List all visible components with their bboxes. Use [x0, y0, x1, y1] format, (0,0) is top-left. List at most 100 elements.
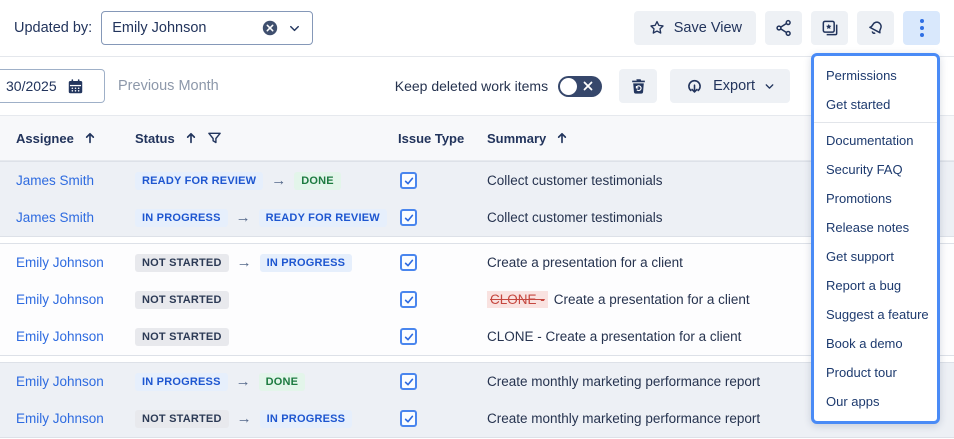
column-header-assignee[interactable]: Assignee — [16, 131, 135, 146]
chevron-down-icon[interactable] — [287, 21, 302, 36]
saved-views-button[interactable] — [811, 11, 848, 45]
menu-item-security-faq[interactable]: Security FAQ — [814, 155, 937, 184]
more-options-menu: PermissionsGet started DocumentationSecur… — [811, 53, 940, 424]
status-cell: IN PROGRESS → READY FOR REVIEW — [135, 209, 398, 227]
column-header-issue-type[interactable]: Issue Type — [398, 131, 487, 146]
menu-item-suggest-a-feature[interactable]: Suggest a feature — [814, 300, 937, 329]
task-checkbox-icon[interactable] — [400, 410, 417, 427]
updated-by-value: Emily Johnson — [112, 20, 253, 36]
task-checkbox-icon[interactable] — [400, 172, 417, 189]
assignee-link[interactable]: Emily Johnson — [16, 374, 104, 389]
status-badge: DONE — [294, 172, 341, 190]
date-input[interactable]: 30/2025 — [0, 69, 105, 103]
gallery-star-icon — [820, 18, 840, 38]
toggle-x-icon — [583, 81, 593, 91]
keep-deleted-label: Keep deleted work items — [395, 78, 548, 94]
status-cell: NOT STARTED→IN PROGRESS — [135, 254, 398, 272]
menu-divider — [814, 122, 937, 123]
assignee-link[interactable]: Emily Johnson — [16, 292, 104, 307]
status-transition-arrow-icon: → — [236, 373, 251, 390]
task-checkbox-icon[interactable] — [400, 373, 417, 390]
status-badge: NOT STARTED — [135, 254, 229, 272]
status-transition-arrow-icon: → — [237, 410, 252, 427]
status-cell: NOT STARTED → IN PROGRESS — [135, 410, 398, 428]
task-checkbox-icon[interactable] — [400, 291, 417, 308]
keep-deleted-toggle[interactable] — [558, 76, 602, 97]
share-icon — [774, 18, 794, 38]
assignee-link[interactable]: James Smith — [16, 173, 94, 188]
status-cell: NOT STARTED — [135, 291, 398, 309]
bell-icon — [866, 18, 886, 38]
status-badge: NOT STARTED — [135, 291, 229, 309]
assignee-link[interactable]: Emily Johnson — [16, 255, 104, 270]
export-label: Export — [713, 78, 755, 94]
sort-asc-icon[interactable] — [83, 131, 97, 145]
status-badge: READY FOR REVIEW — [135, 172, 263, 190]
summary-text: Collect customer testimonials — [487, 210, 663, 225]
summary-text: Create monthly marketing performance rep… — [487, 411, 760, 426]
task-checkbox-icon[interactable] — [400, 328, 417, 345]
summary-text: Create a presentation for a client — [487, 255, 683, 270]
menu-item-get-support[interactable]: Get support — [814, 242, 937, 271]
updated-by-label: Updated by: — [14, 20, 92, 36]
assignee-link[interactable]: James Smith — [16, 210, 94, 225]
status-cell: IN PROGRESS → DONE — [135, 373, 398, 391]
save-view-button[interactable]: Save View — [634, 11, 756, 45]
menu-item-product-tour[interactable]: Product tour — [814, 358, 937, 387]
summary-text: Create a presentation for a client — [554, 292, 750, 307]
status-header-label: Status — [135, 131, 175, 146]
status-badge: DONE — [259, 373, 306, 391]
trash-button[interactable] — [619, 69, 657, 103]
calendar-icon[interactable] — [66, 77, 85, 96]
status-cell: NOT STARTED — [135, 328, 398, 346]
summary-text: Create monthly marketing performance rep… — [487, 374, 760, 389]
summary-text: Collect customer testimonials — [487, 173, 663, 188]
updated-by-select[interactable]: Emily Johnson — [101, 11, 313, 45]
menu-item-get-started[interactable]: Get started — [814, 90, 937, 119]
menu-item-documentation[interactable]: Documentation — [814, 126, 937, 155]
toggle-knob — [560, 78, 577, 95]
status-badge: IN PROGRESS — [260, 254, 353, 272]
column-header-status[interactable]: Status — [135, 131, 398, 146]
status-badge: IN PROGRESS — [135, 373, 228, 391]
more-options-button[interactable] — [903, 11, 940, 45]
status-badge: READY FOR REVIEW — [259, 209, 387, 227]
sort-asc-icon[interactable] — [555, 131, 569, 145]
summary-text: CLONE - Create a presentation for a clie… — [487, 329, 741, 344]
share-button[interactable] — [765, 11, 802, 45]
status-badge: NOT STARTED — [135, 328, 229, 346]
assignee-link[interactable]: Emily Johnson — [16, 329, 104, 344]
date-value: 30/2025 — [6, 78, 57, 94]
task-checkbox-icon[interactable] — [400, 254, 417, 271]
status-badge: IN PROGRESS — [260, 410, 353, 428]
star-icon — [648, 19, 666, 37]
trash-restore-icon — [629, 77, 648, 96]
export-chevron-down-icon — [763, 80, 776, 93]
status-transition-arrow-icon: → — [271, 172, 286, 189]
status-badge: NOT STARTED — [135, 410, 229, 428]
menu-item-our-apps[interactable]: Our apps — [814, 387, 937, 416]
summary-header-label: Summary — [487, 131, 546, 146]
menu-item-promotions[interactable]: Promotions — [814, 184, 937, 213]
issue-type-header-label: Issue Type — [398, 131, 464, 146]
menu-item-permissions[interactable]: Permissions — [814, 61, 937, 90]
notifications-button[interactable] — [857, 11, 894, 45]
clear-filter-icon[interactable] — [261, 19, 279, 37]
assignee-link[interactable]: Emily Johnson — [16, 411, 104, 426]
filter-funnel-icon[interactable] — [207, 131, 222, 146]
status-transition-arrow-icon: → — [236, 209, 251, 226]
assignee-header-label: Assignee — [16, 131, 74, 146]
save-view-label: Save View — [674, 20, 742, 36]
download-cloud-icon — [684, 76, 705, 97]
previous-month-label: Previous Month — [118, 78, 219, 94]
sort-asc-icon[interactable] — [184, 131, 198, 145]
menu-item-release-notes[interactable]: Release notes — [814, 213, 937, 242]
task-checkbox-icon[interactable] — [400, 209, 417, 226]
export-button[interactable]: Export — [670, 69, 790, 103]
menu-item-book-a-demo[interactable]: Book a demo — [814, 329, 937, 358]
status-cell: READY FOR REVIEW → DONE — [135, 172, 398, 190]
kebab-menu-icon — [920, 19, 924, 37]
deleted-text: CLONE - — [487, 291, 548, 308]
status-badge: IN PROGRESS — [135, 209, 228, 227]
menu-item-report-a-bug[interactable]: Report a bug — [814, 271, 937, 300]
